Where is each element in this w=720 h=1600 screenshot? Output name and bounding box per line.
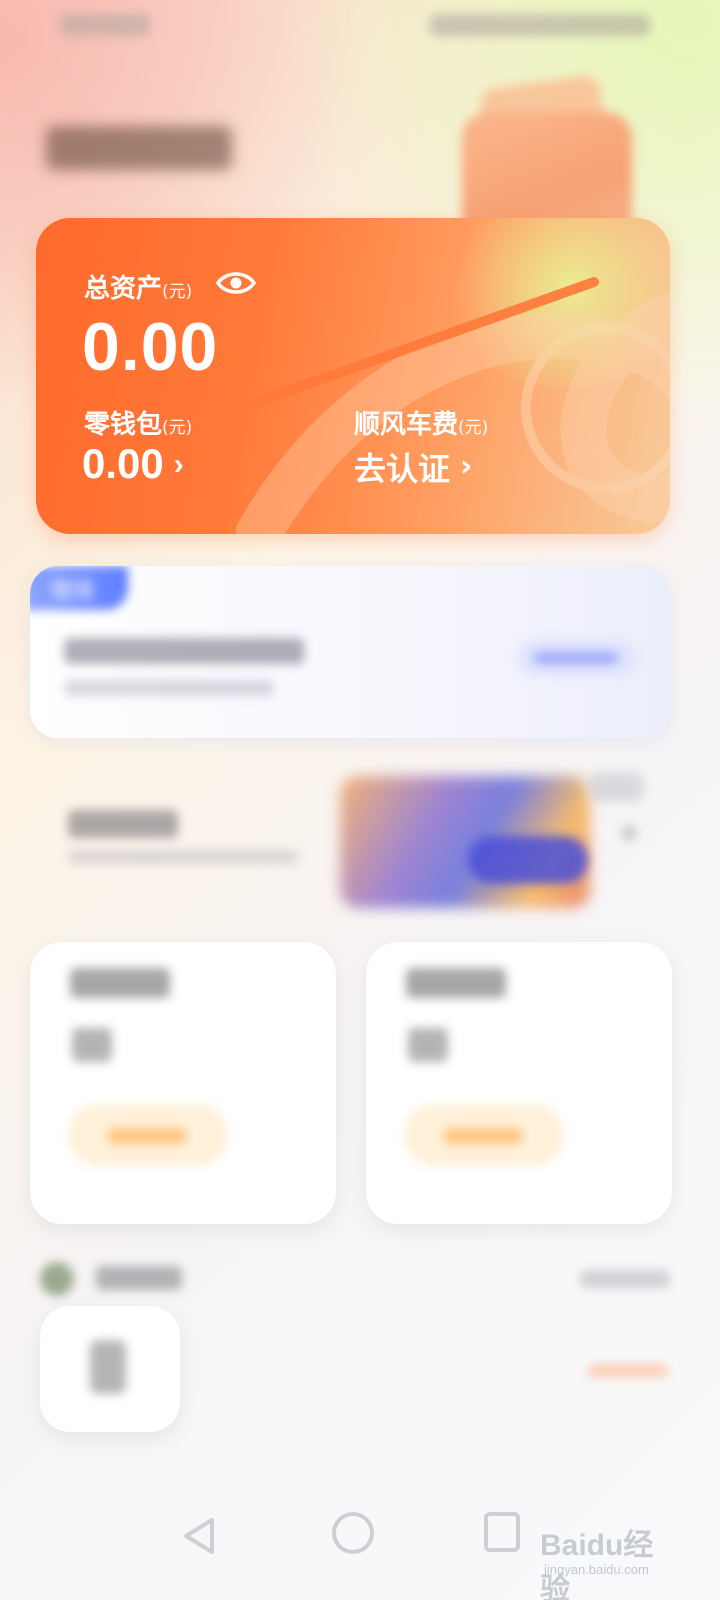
loan-card[interactable]: 借钱 [30,566,670,738]
promo-button[interactable] [468,836,588,884]
close-icon[interactable] [622,826,636,840]
asset-card[interactable]: 总资产(元) 0.00 零钱包(元) 0.00 › 顺风车费(元) 去认证 › [36,218,670,534]
page-title: ​ [46,126,232,181]
gold-card-count [408,1028,448,1062]
status-icons [430,14,650,36]
eye-icon[interactable] [216,268,256,298]
loan-tag: 借钱 [30,566,128,610]
baidu-watermark: Baidu经验 jingyan.baidu.com [540,1520,680,1600]
wallet-value: 0.00 [82,440,164,487]
chevron-right-icon: › [460,449,473,484]
home-icon[interactable] [332,1512,374,1554]
chevron-right-icon: › [173,448,184,481]
loan-subtitle [64,680,274,696]
status-time [60,14,150,36]
total-assets-value: 0.00 [82,309,219,385]
section-more-link[interactable] [580,1270,670,1288]
loan-button[interactable] [518,640,636,676]
section-tile[interactable] [40,1306,180,1432]
recent-apps-icon[interactable] [484,1512,520,1552]
status-bar [60,8,650,42]
promo-subtitle [68,850,298,864]
wallet-value-link[interactable]: 0.00 › [82,440,184,488]
section-icon [40,1262,74,1296]
ride-fee-value: 去认证 [354,450,451,488]
promo-ad-badge [588,772,644,802]
section-title [96,1266,182,1290]
gold-card-button[interactable] [404,1104,564,1166]
ride-fee-label: 顺风车费(元) [354,410,489,440]
gold-card-title [406,968,506,998]
wallet-label: 零钱包(元) [84,410,193,440]
coupon-card-count [72,1028,112,1062]
watermark-main: Baidu经验 [540,1529,654,1600]
promo-banner[interactable] [30,760,670,920]
section-highlight-text [588,1364,668,1378]
ride-fee-verify-link[interactable]: 去认证 › [354,444,472,490]
section-tile-icon [90,1340,126,1394]
coupon-card[interactable] [30,942,336,1224]
total-assets-label: 总资产(元) [84,274,193,304]
watermark-sub: jingyan.baidu.com [544,1562,649,1577]
coupon-card-button[interactable] [68,1104,228,1166]
gold-card[interactable] [366,942,672,1224]
loan-title [64,638,304,664]
coupon-card-title [70,968,170,998]
promo-title [68,810,178,838]
back-icon[interactable] [178,1514,222,1558]
